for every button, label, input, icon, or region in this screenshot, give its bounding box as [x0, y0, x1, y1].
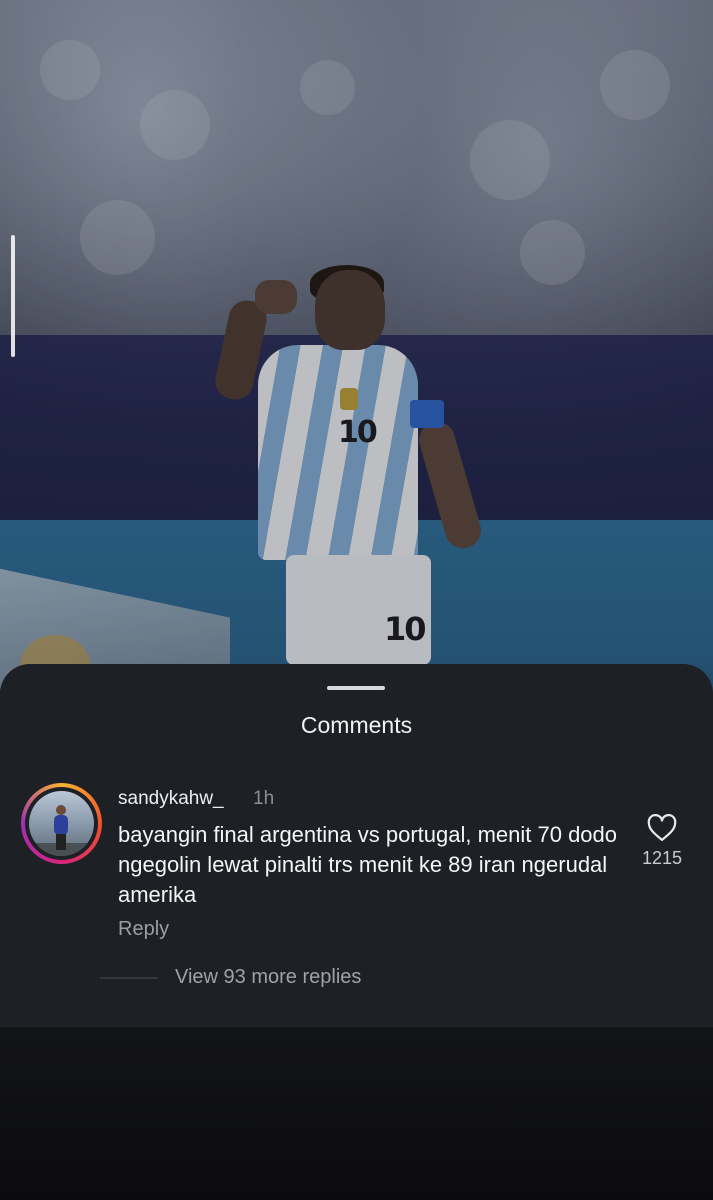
sheet-title: Comments — [300, 712, 413, 738]
comment-username[interactable]: sandykahw_ — [118, 788, 224, 810]
background-photo: 10 10 — [0, 0, 713, 740]
avatar-story-ring[interactable] — [21, 783, 102, 864]
avatar-ring-gap — [25, 787, 98, 860]
avatar-figure-head — [56, 805, 66, 815]
story-progress-indicator — [11, 235, 15, 357]
like-count: 1215 — [641, 848, 683, 868]
reply-button[interactable]: Reply — [118, 918, 169, 941]
like-control: 1215 — [636, 814, 688, 869]
drag-handle[interactable] — [327, 686, 385, 690]
view-more-replies-button[interactable]: View 93 more replies — [175, 966, 361, 989]
story-screen: 10 10 Comments sandykahw_ 1h bayangin fi… — [0, 0, 713, 1200]
avatar-figure-body — [54, 815, 68, 835]
comment-text: bayangin final argentina vs portugal, me… — [118, 822, 618, 907]
comment-timestamp: 1h — [253, 788, 275, 809]
comments-sheet: Comments sandykahw_ 1h bayangin final ar… — [0, 664, 713, 1026]
avatar-figure-legs — [56, 834, 66, 850]
replies-divider — [100, 977, 158, 979]
heart-icon[interactable] — [647, 814, 677, 842]
bottom-area — [0, 1026, 713, 1200]
dim-overlay — [0, 0, 713, 740]
avatar[interactable] — [29, 791, 94, 856]
